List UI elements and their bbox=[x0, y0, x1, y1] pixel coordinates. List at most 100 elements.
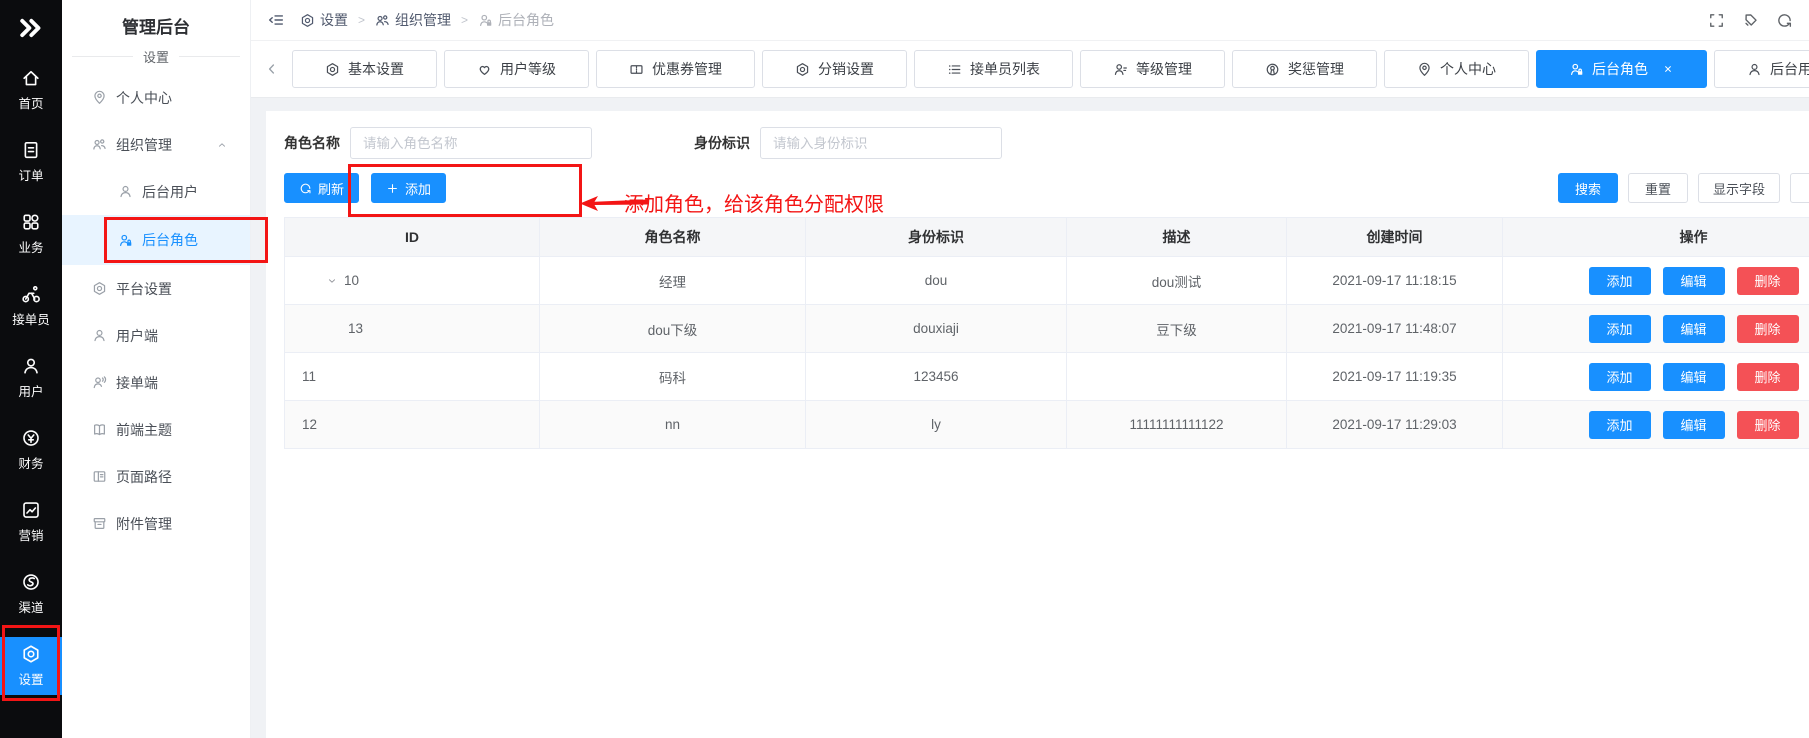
rider-icon bbox=[21, 284, 41, 304]
roles-card: 角色名称 身份标识 刷新 添加 添加角色，给该角色分配权限 搜索 重置 显示字段 bbox=[266, 111, 1809, 738]
row-expand-icon[interactable] bbox=[326, 275, 338, 287]
tab-distribution-settings[interactable]: 分销设置 bbox=[762, 50, 907, 88]
user-badge-icon bbox=[1113, 62, 1128, 77]
tab-coupon-management[interactable]: 优惠券管理 bbox=[596, 50, 755, 88]
rail-item-business[interactable]: 业务 bbox=[0, 205, 62, 263]
reset-button[interactable]: 重置 bbox=[1628, 173, 1688, 203]
user-signal-icon bbox=[92, 375, 107, 390]
sidebar-item-label: 页面路径 bbox=[116, 467, 172, 487]
show-fields-button[interactable]: 显示字段 bbox=[1698, 173, 1780, 203]
clipped-edge-button[interactable] bbox=[1790, 173, 1809, 203]
award-icon bbox=[1265, 62, 1280, 77]
row-edit-button[interactable]: 编辑 bbox=[1663, 411, 1725, 439]
pin-user-icon bbox=[1417, 62, 1432, 77]
tab-user-levels[interactable]: 用户等级 bbox=[444, 50, 589, 88]
row-delete-button[interactable]: 删除 bbox=[1737, 411, 1799, 439]
cell-id: 13 bbox=[348, 321, 363, 336]
row-add-button[interactable]: 添加 bbox=[1589, 363, 1651, 391]
search-actions: 搜索 重置 显示字段 bbox=[1558, 173, 1809, 203]
tab-close-icon[interactable] bbox=[1662, 63, 1674, 75]
sidebar-item-front-theme[interactable]: 前端主题 bbox=[62, 406, 250, 453]
caret-up-icon[interactable] bbox=[216, 139, 228, 151]
tag-layers-icon[interactable] bbox=[1742, 12, 1759, 29]
breadcrumb-org-management[interactable]: 组织管理 bbox=[375, 10, 451, 30]
rail-item-orders[interactable]: 订单 bbox=[0, 133, 62, 191]
rail-item-label: 接单员 bbox=[12, 309, 50, 328]
breadcrumb-settings[interactable]: 设置 bbox=[300, 10, 348, 30]
sidebar-item-label: 用户端 bbox=[116, 326, 158, 346]
chart-icon bbox=[21, 500, 41, 520]
tab-courier-list[interactable]: 接单员列表 bbox=[914, 50, 1073, 88]
rail-item-channels[interactable]: 渠道 bbox=[0, 565, 62, 623]
tab-personal-center[interactable]: 个人中心 bbox=[1384, 50, 1529, 88]
sidebar-item-label: 组织管理 bbox=[116, 135, 172, 155]
cell-role-name: 码科 bbox=[540, 353, 806, 401]
table-row: 10 经理 dou dou测试 2021-09-17 11:18:15 添加编辑… bbox=[285, 257, 1809, 305]
tab-admin-roles[interactable]: 后台角色 bbox=[1536, 50, 1707, 88]
sidebar-item-courier-client[interactable]: 接单端 bbox=[62, 359, 250, 406]
rail-item-marketing[interactable]: 营销 bbox=[0, 493, 62, 551]
row-add-button[interactable]: 添加 bbox=[1589, 267, 1651, 295]
app-title: 管理后台 bbox=[62, 0, 250, 45]
column-header-role-name: 角色名称 bbox=[540, 218, 806, 257]
tabs-scroll-left-button[interactable] bbox=[259, 51, 285, 87]
row-add-button[interactable]: 添加 bbox=[1589, 315, 1651, 343]
sidebar-item-page-paths[interactable]: 页面路径 bbox=[62, 453, 250, 500]
sidebar-section-label: 设置 bbox=[143, 47, 169, 66]
nut-icon bbox=[300, 13, 315, 28]
cell-identity: dou bbox=[806, 257, 1067, 305]
row-edit-button[interactable]: 编辑 bbox=[1663, 363, 1725, 391]
row-edit-button[interactable]: 编辑 bbox=[1663, 267, 1725, 295]
rail-item-users[interactable]: 用户 bbox=[0, 349, 62, 407]
tab-basic-settings[interactable]: 基本设置 bbox=[292, 50, 437, 88]
heart-icon bbox=[477, 62, 492, 77]
tab-reward-punishment[interactable]: 奖惩管理 bbox=[1232, 50, 1377, 88]
column-header-actions: 操作 bbox=[1503, 218, 1809, 257]
cell-description: 11111111111122 bbox=[1067, 401, 1287, 449]
add-role-button[interactable]: 添加 bbox=[371, 173, 446, 203]
order-doc-icon bbox=[21, 140, 41, 160]
refresh-button[interactable]: 刷新 bbox=[284, 173, 359, 203]
sidebar-item-platform-settings[interactable]: 平台设置 bbox=[62, 265, 250, 312]
sidebar-item-org-management[interactable]: 组织管理 bbox=[62, 121, 250, 168]
fullscreen-icon[interactable] bbox=[1708, 12, 1725, 29]
sidebar-item-label: 平台设置 bbox=[116, 279, 172, 299]
table-header-row: ID 角色名称 身份标识 描述 创建时间 操作 bbox=[285, 218, 1809, 257]
cell-role-name: dou下级 bbox=[540, 305, 806, 353]
rail-item-label: 渠道 bbox=[18, 597, 43, 616]
filter-row: 角色名称 身份标识 bbox=[284, 127, 1809, 159]
rail-item-settings[interactable]: 设置 bbox=[0, 637, 62, 695]
book-icon bbox=[92, 422, 107, 437]
tab-level-management[interactable]: 等级管理 bbox=[1080, 50, 1225, 88]
archive-icon bbox=[92, 516, 107, 531]
sidebar-item-attachments[interactable]: 附件管理 bbox=[62, 500, 250, 547]
column-header-description: 描述 bbox=[1067, 218, 1287, 257]
sidebar-item-admin-roles[interactable]: 后台角色 bbox=[62, 215, 250, 265]
column-header-id: ID bbox=[285, 218, 540, 257]
row-delete-button[interactable]: 删除 bbox=[1737, 363, 1799, 391]
role-name-input[interactable] bbox=[350, 127, 592, 159]
sidebar-item-user-client[interactable]: 用户端 bbox=[62, 312, 250, 359]
breadcrumb-separator: > bbox=[358, 13, 365, 27]
layout-icon bbox=[92, 469, 107, 484]
search-button[interactable]: 搜索 bbox=[1558, 173, 1618, 203]
rail-item-home[interactable]: 首页 bbox=[0, 61, 62, 119]
user-icon bbox=[92, 328, 107, 343]
column-header-created-at: 创建时间 bbox=[1287, 218, 1503, 257]
identity-input[interactable] bbox=[760, 127, 1002, 159]
rail-item-finance[interactable]: 财务 bbox=[0, 421, 62, 479]
row-delete-button[interactable]: 删除 bbox=[1737, 267, 1799, 295]
row-delete-button[interactable]: 删除 bbox=[1737, 315, 1799, 343]
sidebar-item-admin-users[interactable]: 后台用户 bbox=[62, 168, 250, 215]
sidebar-item-personal-center[interactable]: 个人中心 bbox=[62, 74, 250, 121]
row-edit-button[interactable]: 编辑 bbox=[1663, 315, 1725, 343]
logo-icon bbox=[18, 15, 44, 41]
annotation-arrow bbox=[580, 195, 648, 212]
row-add-button[interactable]: 添加 bbox=[1589, 411, 1651, 439]
settings-nut-icon bbox=[21, 644, 41, 664]
user-lock-icon bbox=[1569, 62, 1584, 77]
rail-item-couriers[interactable]: 接单员 bbox=[0, 277, 62, 335]
tab-admin-users[interactable]: 后台用户 bbox=[1714, 50, 1809, 88]
sidebar-fold-icon[interactable] bbox=[267, 11, 285, 29]
reload-icon[interactable] bbox=[1776, 12, 1793, 29]
